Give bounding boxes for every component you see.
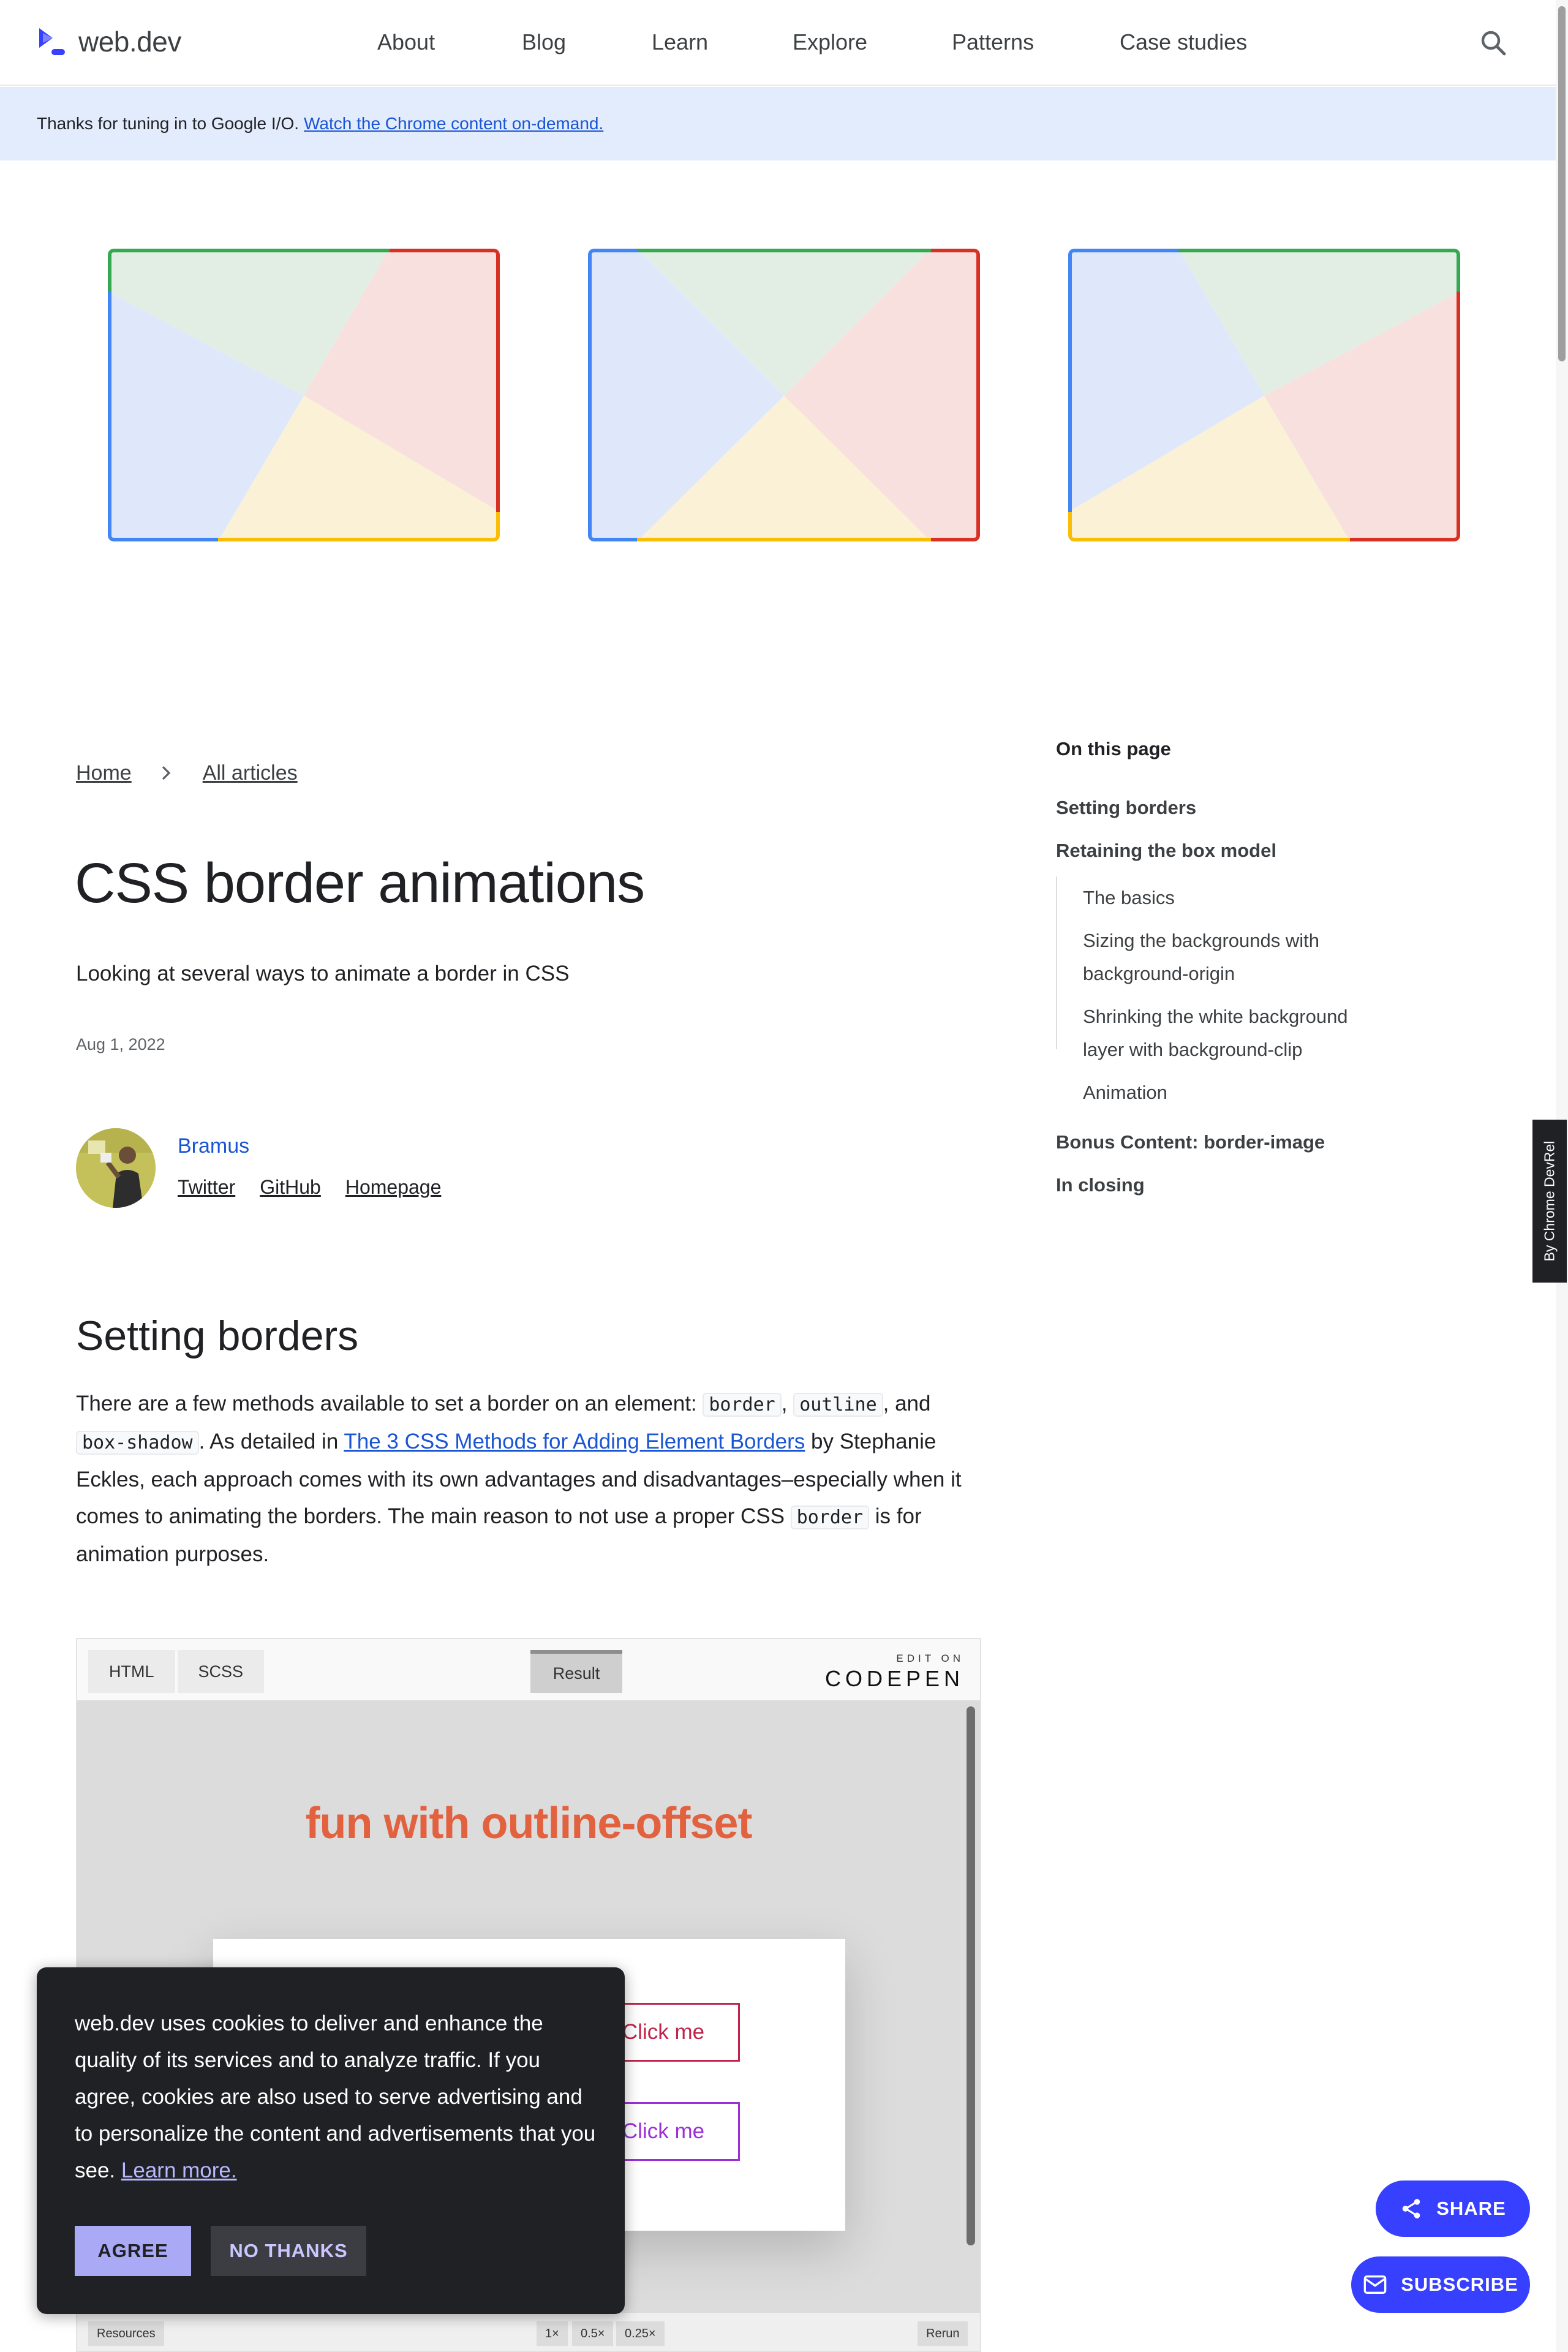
site-logo[interactable]: web.dev [37,24,181,59]
chrome-devrel-label: By Chrome DevRel [1541,1140,1558,1262]
toc-sizing-backgrounds-line2[interactable]: background-origin [1083,957,1235,990]
codepen-tab-result[interactable]: Result [530,1650,622,1693]
toc-title: On this page [1056,738,1171,760]
search-icon[interactable] [1479,28,1508,58]
demo-heading: fun with outline-offset [305,1799,753,1848]
author-name[interactable]: Bramus [178,1134,249,1158]
codepen-zoom-1x[interactable]: 1× [537,2321,568,2346]
site-header: web.dev About Blog Learn Explore Pattern… [0,0,1556,86]
hero-border-demo-2 [588,249,980,541]
chrome-devrel-tab[interactable]: By Chrome DevRel [1532,1120,1567,1283]
share-label: SHARE [1436,2198,1506,2219]
subscribe-label: SUBSCRIBE [1401,2274,1518,2295]
cookie-consent-dialog: web.dev uses cookies to deliver and enha… [37,1967,625,2314]
toc-sizing-backgrounds-line1[interactable]: Sizing the backgrounds with [1083,924,1319,957]
page-scrollbar-thumb[interactable] [1558,6,1566,361]
publish-date: Aug 1, 2022 [76,1035,165,1054]
nav-patterns[interactable]: Patterns [952,29,1034,55]
nav-about[interactable]: About [377,29,435,55]
cookie-learn-more-link[interactable]: Learn more. [121,2158,237,2182]
hero-border-demo-1 [108,249,500,541]
web-dev-logo-icon [39,28,65,55]
article-link-3-css-methods[interactable]: The 3 CSS Methods for Adding Element Bor… [344,1430,805,1453]
share-icon [1402,2199,1420,2218]
codepen-tab-html[interactable]: HTML [88,1650,175,1693]
codepen-tabs: HTML SCSS [88,1650,265,1693]
banner-link[interactable]: Watch the Chrome content on-demand. [304,114,603,134]
page-title: CSS border animations [75,852,645,914]
section-heading-setting-borders: Setting borders [76,1313,359,1359]
toc-animation[interactable]: Animation [1083,1076,1167,1109]
codepen-zoom-025x[interactable]: 0.25× [616,2321,665,2346]
cookie-agree-button[interactable]: AGREE [75,2226,191,2276]
para-text-intro: There are a few methods available to set… [76,1392,703,1415]
para-text-detailed: . As detailed in [198,1430,344,1453]
cookie-text: web.dev uses cookies to deliver and enha… [75,2005,601,2189]
toc-setting-borders[interactable]: Setting borders [1056,797,1196,819]
toc-bonus-border-image[interactable]: Bonus Content: border-image [1056,1131,1325,1153]
chevron-right-icon [162,766,171,780]
toc-subsection: The basics Sizing the backgrounds with b… [1056,876,1436,1103]
section-paragraph: There are a few methods available to set… [76,1392,962,1566]
author-links: Twitter GitHub Homepage [178,1176,441,1199]
nav-explore[interactable]: Explore [793,29,867,55]
para-text-and: , and [883,1392,931,1415]
toc-the-basics[interactable]: The basics [1083,881,1175,914]
toc-shrinking-background-line1[interactable]: Shrinking the white background [1083,1000,1348,1033]
nav-blog[interactable]: Blog [522,29,566,55]
codepen-resources-button[interactable]: Resources [88,2321,164,2346]
author-github-link[interactable]: GitHub [260,1176,321,1199]
codepen-edit-link[interactable]: EDIT ON CODEPEN [825,1653,964,1692]
breadcrumb-all-articles[interactable]: All articles [203,761,298,785]
codepen-scrollbar[interactable] [967,1706,975,2245]
breadcrumb: Home All articles [76,761,298,785]
mail-icon [1363,2275,1387,2294]
author-avatar[interactable] [76,1128,156,1208]
author-twitter-link[interactable]: Twitter [178,1176,235,1199]
io-banner: Thanks for tuning in to Google I/O. Watc… [0,87,1556,160]
code-outline: outline [793,1393,883,1417]
share-button[interactable]: SHARE [1376,2180,1530,2237]
codepen-zoom-05x[interactable]: 0.5× [572,2321,614,2346]
code-box-shadow: box-shadow [76,1431,199,1455]
codepen-edit-label: EDIT ON [896,1653,964,1664]
author-homepage-link[interactable]: Homepage [345,1176,442,1199]
toc-retaining-box-model[interactable]: Retaining the box model [1056,840,1276,862]
logo-text: web.dev [78,26,181,58]
cookie-message: web.dev uses cookies to deliver and enha… [75,2011,596,2182]
breadcrumb-home[interactable]: Home [76,761,132,785]
toc-in-closing[interactable]: In closing [1056,1174,1145,1196]
nav-case-studies[interactable]: Case studies [1120,29,1247,55]
cookie-no-thanks-button[interactable]: NO THANKS [211,2226,366,2276]
page-subtitle: Looking at several ways to animate a bor… [76,962,570,986]
banner-text: Thanks for tuning in to Google I/O. [37,114,300,133]
code-border: border [703,1393,782,1417]
subscribe-button[interactable]: SUBSCRIBE [1351,2256,1530,2313]
hero-border-demo-3 [1068,249,1460,541]
toc-shrinking-background-line2[interactable]: layer with background-clip [1083,1033,1302,1066]
codepen-rerun-button[interactable]: Rerun [918,2321,968,2346]
table-of-contents: On this page Setting borders Retaining t… [1056,738,1436,1196]
code-border-2: border [790,1506,870,1529]
codepen-tab-scss[interactable]: SCSS [177,1650,265,1693]
codepen-footer: Resources 1× 0.5× 0.25× Rerun [77,2313,980,2351]
nav-learn[interactable]: Learn [652,29,708,55]
codepen-logo-text: CODEPEN [824,1666,964,1691]
